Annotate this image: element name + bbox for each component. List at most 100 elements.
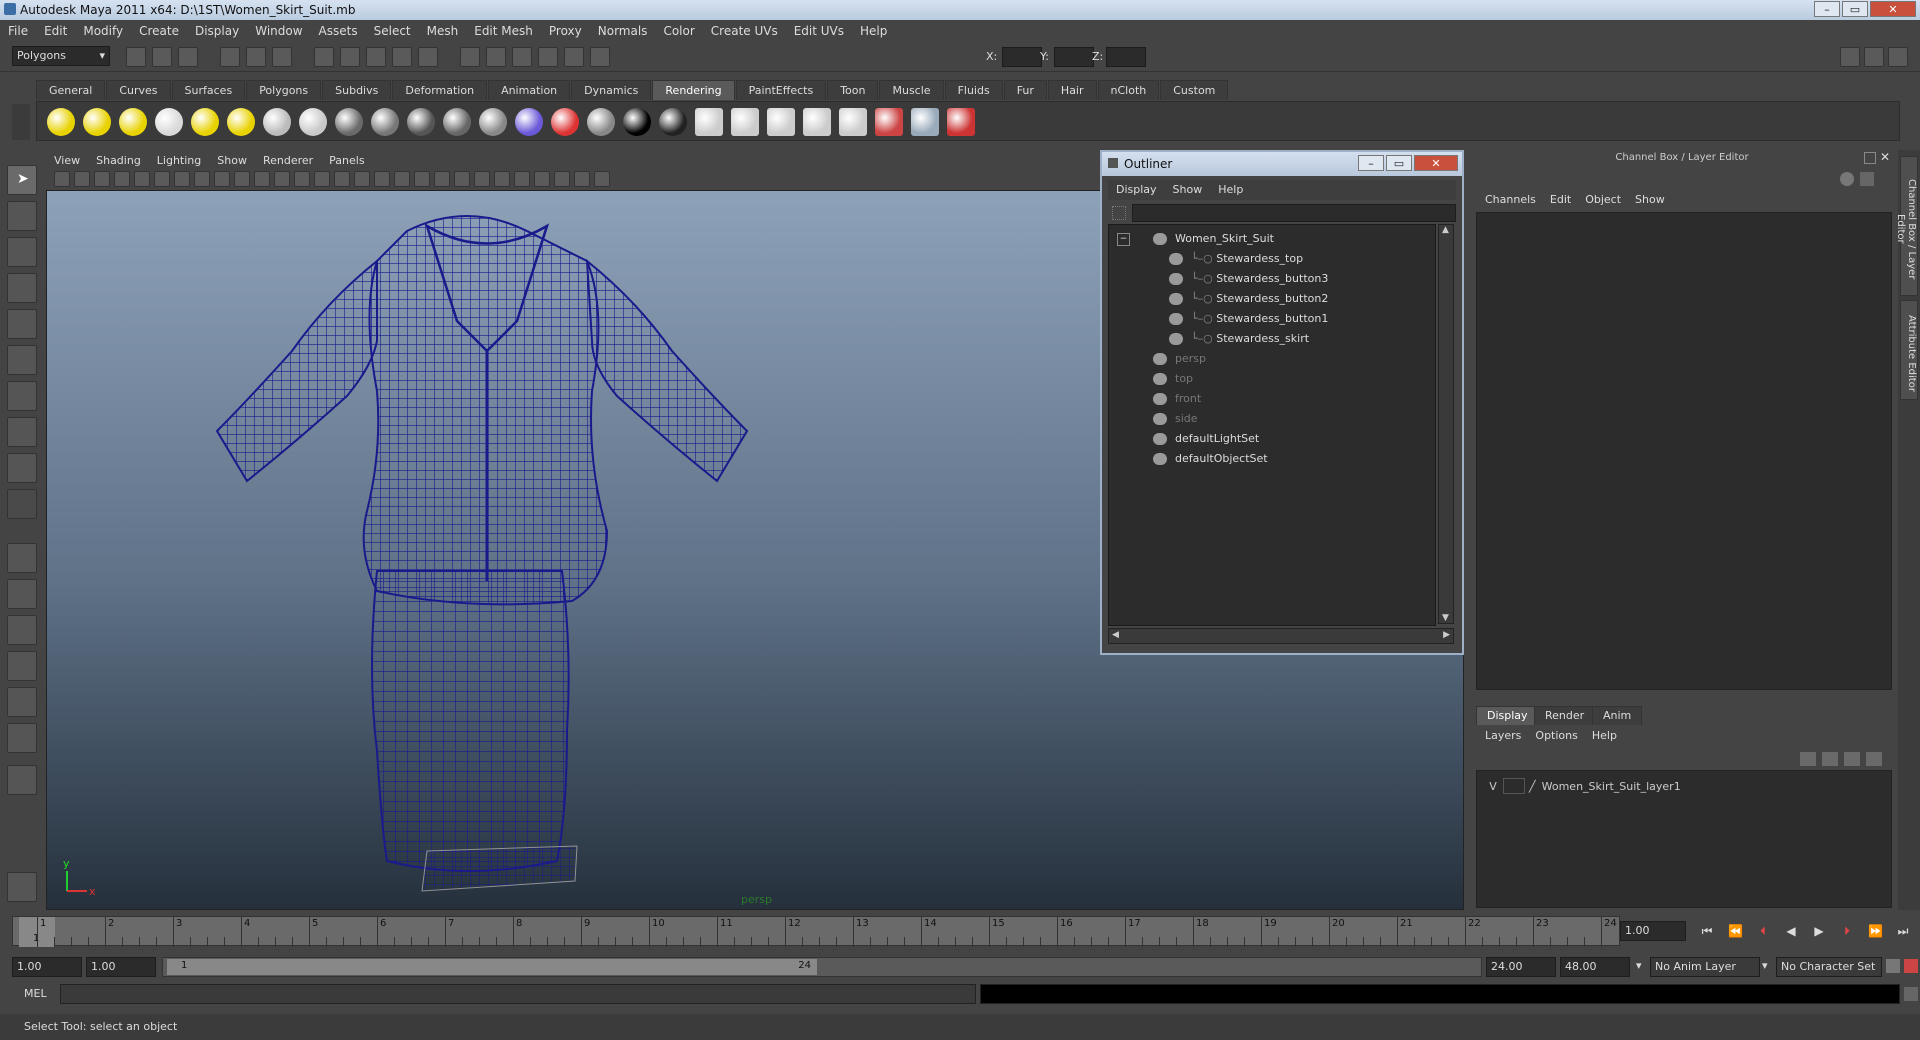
scroll-right-icon[interactable]: ▶ (1443, 630, 1450, 640)
directional-light-icon[interactable] (83, 108, 111, 136)
viewport-tool-12-icon[interactable] (274, 171, 290, 187)
go-to-end-icon[interactable]: ⏭ (1896, 924, 1910, 938)
menu-edit-uvs[interactable]: Edit UVs (786, 20, 852, 42)
mode-selector[interactable]: Polygons ▾ (12, 46, 110, 66)
menu-create-uvs[interactable]: Create UVs (703, 20, 786, 42)
menu-display[interactable]: Display (187, 20, 247, 42)
layer-tab-anim[interactable]: Anim (1592, 706, 1643, 725)
animation-start-field[interactable]: 1.00 (12, 957, 82, 977)
viewport-tool-11-icon[interactable] (254, 171, 270, 187)
outliner-close-button[interactable]: ✕ (1414, 155, 1458, 171)
viewport-tool-4-icon[interactable] (114, 171, 130, 187)
step-forward-key-icon[interactable]: ⏵ (1840, 924, 1854, 938)
playback-end-field[interactable]: 24.00 (1486, 957, 1556, 977)
collapse-icon[interactable]: − (1117, 233, 1130, 246)
menu-select[interactable]: Select (366, 20, 419, 42)
outliner-vertical-scrollbar[interactable]: ▲ ▼ (1438, 224, 1454, 624)
viewport-tool-14-icon[interactable] (314, 171, 330, 187)
viewport-tool-5-icon[interactable] (134, 171, 150, 187)
ball-shader-icon[interactable] (911, 108, 939, 136)
point-light-icon[interactable] (119, 108, 147, 136)
viewport-menu-show[interactable]: Show (209, 152, 255, 170)
y-field[interactable] (1054, 47, 1094, 67)
shelf-tab-toon[interactable]: Toon (827, 80, 879, 100)
viewport-tool-8-icon[interactable] (194, 171, 210, 187)
shelf-tab-deformation[interactable]: Deformation (392, 80, 488, 100)
menu-mesh[interactable]: Mesh (419, 20, 467, 42)
select-component-icon[interactable] (272, 47, 292, 67)
z-field[interactable] (1106, 47, 1146, 67)
attribute-editor-toggle-icon[interactable] (1864, 47, 1884, 67)
viewport-tool-7-icon[interactable] (174, 171, 190, 187)
shelf-tab-fluids[interactable]: Fluids (944, 80, 1003, 100)
select-hierarchy-icon[interactable] (220, 47, 240, 67)
hypershade-icon[interactable] (839, 108, 867, 136)
step-forward-frame-icon[interactable]: ⏩ (1868, 924, 1883, 938)
viewport-menu-shading[interactable]: Shading (88, 152, 149, 170)
outliner-item[interactable]: └–○ Stewardess_top (1169, 249, 1303, 269)
viewport-tool-26-icon[interactable] (554, 171, 570, 187)
volume-light-icon[interactable] (227, 108, 255, 136)
snap-point-icon[interactable] (366, 47, 386, 67)
viewport-tool-23-icon[interactable] (494, 171, 510, 187)
outliner-item[interactable]: └–○ Stewardess_skirt (1169, 329, 1309, 349)
phong-sphere-icon[interactable] (371, 108, 399, 136)
layer-row[interactable]: V ╱ Women_Skirt_Suit_layer1 (1483, 777, 1883, 795)
time-slider[interactable]: 1 12345678910111213141516171819202122232… (12, 916, 1620, 947)
menu-modify[interactable]: Modify (75, 20, 131, 42)
animation-end-field[interactable]: 48.00 (1560, 957, 1630, 977)
shelf-tab-polygons[interactable]: Polygons (246, 80, 322, 100)
viewport-tool-27-icon[interactable] (574, 171, 590, 187)
layered-sphere-icon[interactable] (479, 108, 507, 136)
persp-outliner-layout-icon[interactable] (7, 615, 37, 645)
new-layer-selected-icon[interactable] (1822, 752, 1838, 766)
outliner-item[interactable]: └–○ Stewardess_button1 (1169, 309, 1328, 329)
black-sphere-icon[interactable] (623, 108, 651, 136)
layout-options-icon[interactable] (7, 765, 37, 795)
shelf-tab-painteffects[interactable]: PaintEffects (735, 80, 827, 100)
help-line-toggle-icon[interactable] (7, 872, 37, 902)
snap-surface-icon[interactable] (418, 47, 438, 67)
layer-type-toggle[interactable] (1503, 778, 1525, 794)
hypershade-layout-icon[interactable] (7, 687, 37, 717)
camera-icon[interactable] (263, 108, 291, 136)
outliner-item[interactable]: − Women_Skirt_Suit (1117, 229, 1274, 249)
shelf-tab-dynamics[interactable]: Dynamics (571, 80, 652, 100)
step-back-key-icon[interactable]: ⏴ (1756, 924, 1770, 938)
outliner-horizontal-scrollbar[interactable]: ◀ ▶ (1108, 628, 1454, 644)
current-time-field[interactable]: 1.00 (1620, 921, 1686, 941)
anim-layer-selector[interactable]: No Anim Layer (1650, 957, 1760, 977)
viewport-menu-renderer[interactable]: Renderer (255, 152, 321, 170)
side-tab-attribute-editor[interactable]: Attribute Editor (1900, 300, 1918, 400)
play-backwards-icon[interactable]: ◀ (1784, 924, 1798, 938)
chevron-down-icon[interactable]: ▾ (1636, 959, 1642, 972)
spot-light-icon[interactable] (155, 108, 183, 136)
preferences-icon[interactable] (1904, 959, 1918, 973)
menu-color[interactable]: Color (655, 20, 702, 42)
viewport-tool-3-icon[interactable] (94, 171, 110, 187)
range-handle[interactable]: 1 24 (167, 959, 817, 975)
shelf-tab-surfaces[interactable]: Surfaces (171, 80, 246, 100)
go-to-start-icon[interactable]: ⏮ (1700, 924, 1714, 938)
channel-menu-channels[interactable]: Channels (1478, 193, 1543, 206)
viewport-tool-16-icon[interactable] (354, 171, 370, 187)
select-tool-icon[interactable]: ➤ (7, 165, 37, 195)
outliner-minimize-button[interactable]: – (1358, 155, 1384, 171)
render-settings-icon[interactable] (803, 108, 831, 136)
ipr-render-icon[interactable] (731, 108, 759, 136)
paint-select-tool-icon[interactable] (7, 237, 37, 267)
menu-proxy[interactable]: Proxy (541, 20, 590, 42)
chevron-down-icon[interactable]: ▾ (1762, 959, 1768, 972)
viewport-menu-panels[interactable]: Panels (321, 152, 372, 170)
manipulator-tool-icon[interactable] (7, 381, 37, 411)
shelf-tab-curves[interactable]: Curves (106, 80, 171, 100)
outliner-menu-display[interactable]: Display (1108, 180, 1165, 200)
step-back-frame-icon[interactable]: ⏪ (1728, 924, 1743, 938)
shelf-tab-fur[interactable]: Fur (1003, 80, 1047, 100)
save-scene-icon[interactable] (178, 47, 198, 67)
side-tab-channel-box[interactable]: Channel Box / Layer Editor (1895, 156, 1918, 296)
auto-key-icon[interactable] (1886, 959, 1900, 973)
viewport-tool-22-icon[interactable] (474, 171, 490, 187)
viewport-tool-2-icon[interactable] (74, 171, 90, 187)
new-scene-icon[interactable] (126, 47, 146, 67)
